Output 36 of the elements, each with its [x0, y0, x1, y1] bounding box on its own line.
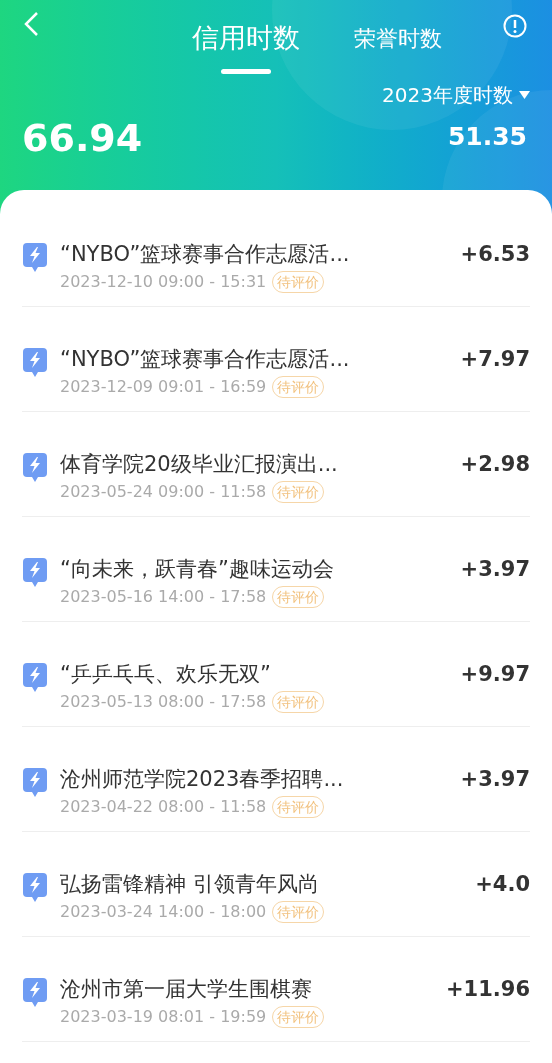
- lightning-icon: [22, 873, 48, 903]
- lightning-icon: [22, 978, 48, 1008]
- record-time: 2023-05-16 14:00 - 17:58: [60, 586, 267, 608]
- lightning-icon: [22, 558, 48, 588]
- caret-icon: [519, 90, 530, 99]
- record-hours: +6.53: [460, 241, 530, 268]
- record-title[interactable]: “NYBO”篮球赛事合作志愿活...: [60, 240, 461, 268]
- info-icon[interactable]: [503, 14, 527, 38]
- record-time: 2023-05-24 09:00 - 11:58: [60, 481, 267, 503]
- record-hours: +9.97: [460, 661, 530, 688]
- record-title[interactable]: “NYBO”篮球赛事合作志愿活...: [60, 345, 461, 373]
- record-hours: +7.97: [460, 346, 530, 373]
- record-time: 2023-03-24 14:00 - 18:00: [60, 901, 267, 923]
- record-hours: +4.0: [475, 871, 530, 898]
- record-hours: +3.97: [460, 766, 530, 793]
- record-title[interactable]: 沧州师范学院2023春季招聘...: [60, 765, 461, 793]
- record-title[interactable]: 弘扬雷锋精神 引领青年风尚: [60, 870, 476, 898]
- record-hours: +3.97: [460, 556, 530, 583]
- lightning-icon: [22, 768, 48, 798]
- record-time: 2023-04-22 08:00 - 11:58: [60, 796, 267, 818]
- lightning-icon: [22, 243, 48, 273]
- total-hours: 66.94: [22, 114, 143, 162]
- lightning-icon: [22, 453, 48, 483]
- record-time: 2023-12-10 09:00 - 15:31: [60, 271, 267, 293]
- record-hours: +2.98: [460, 451, 530, 478]
- lightning-icon: [22, 348, 48, 378]
- record-time: 2023-05-13 08:00 - 17:58: [60, 691, 267, 713]
- record-title[interactable]: 体育学院20级毕业汇报演出...: [60, 450, 461, 478]
- record-title[interactable]: “向未来，跃青春”趣味运动会: [60, 555, 461, 583]
- record-title[interactable]: 沧州市第一届大学生围棋赛: [60, 975, 446, 1003]
- record-time: 2023-03-19 08:01 - 19:59: [60, 1006, 267, 1028]
- record-title[interactable]: “乒乒乓乓、欢乐无双”: [60, 660, 461, 688]
- record-hours: +11.96: [445, 976, 530, 1003]
- lightning-icon: [22, 663, 48, 693]
- record-time: 2023-12-09 09:01 - 16:59: [60, 376, 267, 398]
- year-hours: 51.35: [447, 120, 527, 153]
